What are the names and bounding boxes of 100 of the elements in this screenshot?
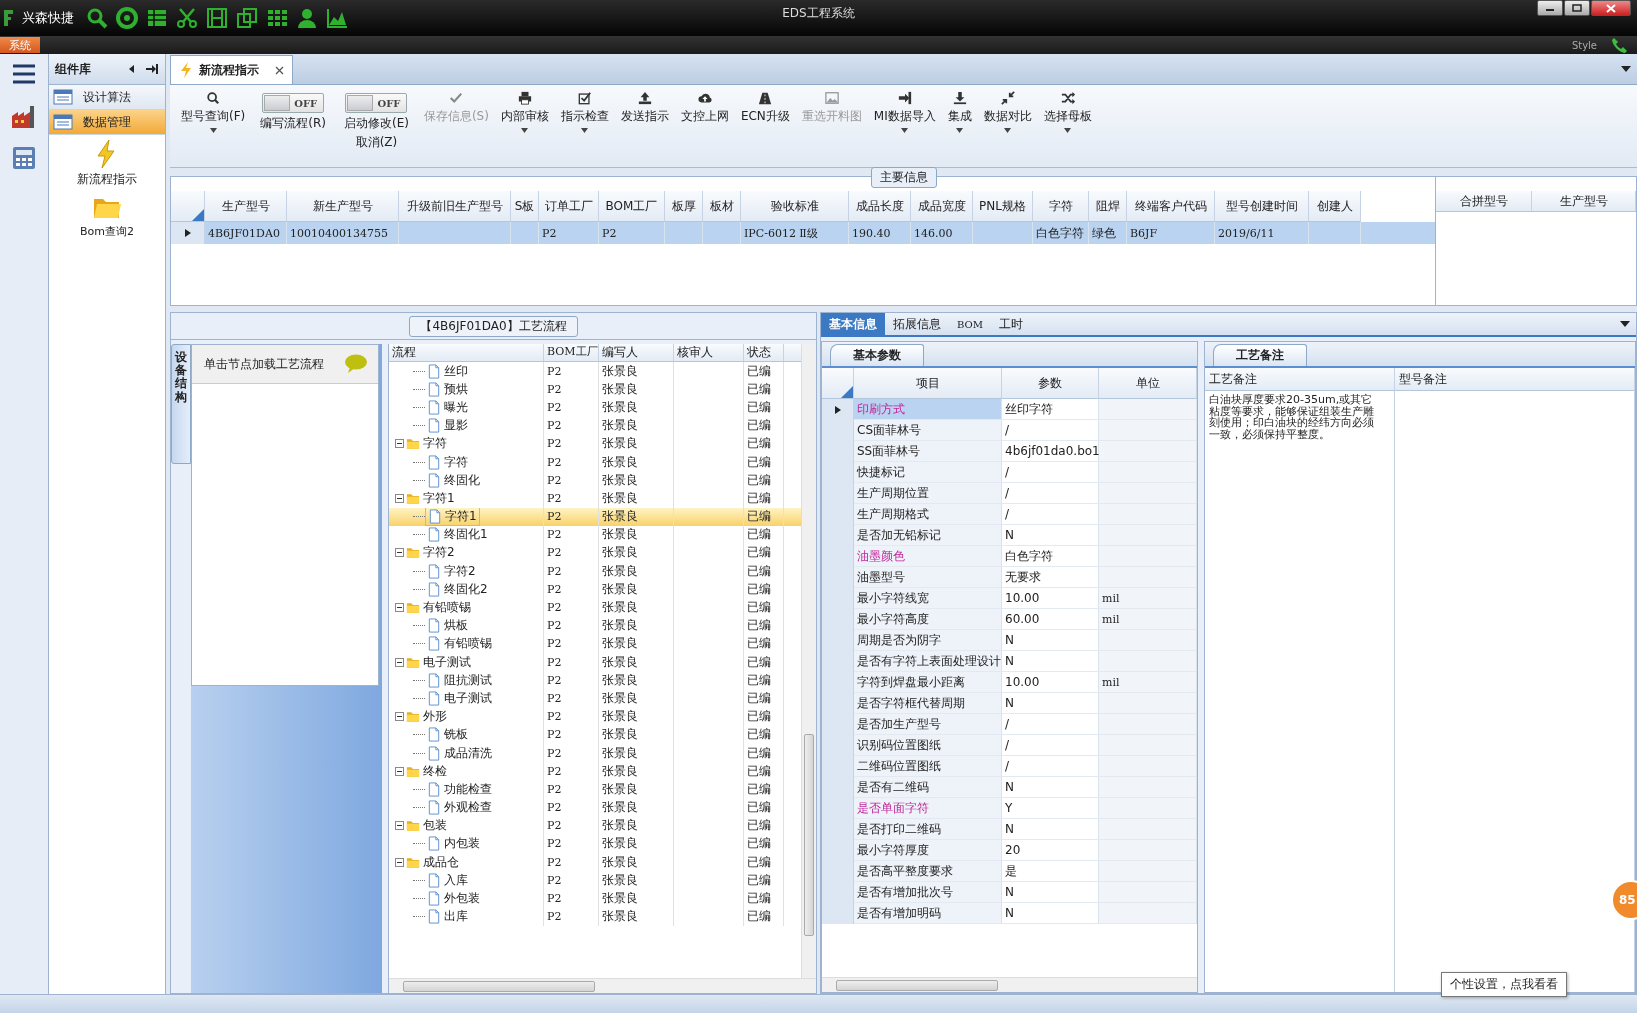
tree-node[interactable]: 终检 — [404, 762, 449, 780]
tree-node[interactable]: 成品仓 — [404, 853, 461, 871]
column-header[interactable]: 新生产型号 — [287, 191, 399, 222]
toolbar-button[interactable]: 内部审核 — [495, 89, 554, 135]
collapse-icon[interactable] — [395, 493, 404, 503]
tree-node[interactable]: 包装 — [404, 817, 449, 835]
collapse-icon[interactable] — [395, 821, 404, 831]
column-header[interactable]: 成品宽度 — [911, 191, 973, 222]
column-header[interactable]: 型号备注 — [1395, 368, 1635, 391]
column-header[interactable]: 工艺备注 — [1205, 368, 1395, 391]
toolbar-button[interactable]: 指示检查 — [555, 89, 614, 135]
phone-icon[interactable] — [1611, 37, 1629, 53]
tree-node[interactable]: 功能检查 — [425, 780, 494, 798]
toolbar-button[interactable]: 型号查询(F) — [176, 89, 251, 135]
column-header[interactable]: 核审人 — [674, 344, 744, 361]
tree-node[interactable]: 外观检查 — [425, 799, 494, 817]
column-header[interactable]: 板厚 — [665, 191, 703, 222]
tree-node[interactable]: 入库 — [425, 871, 470, 889]
maximize-button[interactable] — [1564, 0, 1590, 16]
column-header[interactable]: 编写人 — [599, 344, 674, 361]
calculator-icon[interactable] — [10, 144, 38, 172]
tree-node[interactable]: 有铅喷锡 — [425, 635, 494, 653]
column-header[interactable]: 创建人 — [1309, 191, 1361, 222]
user-icon[interactable] — [296, 7, 318, 29]
lifebuoy-icon[interactable] — [116, 7, 138, 29]
toolbar-button[interactable]: 发送指示 — [615, 89, 674, 127]
shortcut-item[interactable]: Bom查询2 — [49, 192, 165, 239]
close-icon[interactable] — [275, 65, 284, 75]
toolbar-button[interactable]: ECN升级 — [735, 89, 795, 127]
toggle-switch[interactable]: OFF — [345, 93, 408, 113]
tree-node[interactable]: 电子测试 — [404, 653, 473, 671]
column-header[interactable]: 升级前旧生产型号 — [399, 191, 511, 222]
tree-node[interactable]: 字符1 — [425, 507, 480, 526]
sidebar-item[interactable]: 设计算法 — [49, 85, 165, 110]
minimize-button[interactable] — [1537, 0, 1563, 16]
caret-icon[interactable] — [1621, 65, 1631, 73]
tree-node[interactable]: 字符 — [404, 435, 449, 453]
table-icon[interactable] — [146, 7, 168, 29]
column-header[interactable]: 生产型号 — [205, 191, 287, 222]
column-header[interactable]: 验收标准 — [741, 191, 849, 222]
column-header[interactable]: 流程 — [389, 344, 544, 361]
tree-node[interactable]: 电子测试 — [425, 689, 494, 707]
toolbar-button[interactable]: 文控上网 — [675, 89, 734, 127]
column-header[interactable]: 项目 — [854, 368, 1002, 399]
tree-node[interactable]: 丝印 — [425, 362, 470, 380]
tree-node[interactable]: 字符 — [425, 453, 470, 471]
sidebar-item[interactable]: 数据管理 — [49, 110, 165, 135]
column-header[interactable]: 状态 — [744, 344, 784, 361]
column-header[interactable]: 字符 — [1033, 191, 1089, 222]
close-button[interactable] — [1591, 0, 1631, 16]
column-header[interactable]: 参数 — [1002, 368, 1099, 399]
tree-node[interactable]: 有铅喷锡 — [404, 599, 473, 617]
column-header[interactable]: 板材 — [703, 191, 741, 222]
tree-node[interactable]: 成品清洗 — [425, 744, 494, 762]
column-header[interactable]: BOM工厂 — [544, 344, 599, 361]
tree-node[interactable]: 预烘 — [425, 380, 470, 398]
tree-node[interactable]: 字符1 — [404, 489, 457, 507]
column-header[interactable]: 单位 — [1099, 368, 1197, 399]
toolbar-button[interactable]: 选择母板 — [1038, 89, 1097, 135]
column-header[interactable]: 生产型号 — [1532, 191, 1636, 212]
tree-node[interactable]: 字符2 — [404, 544, 457, 562]
copy-icon[interactable] — [236, 7, 258, 29]
tree-node[interactable]: 终固化 — [425, 471, 482, 489]
tree-node[interactable]: 终固化2 — [425, 580, 490, 598]
grid-icon[interactable] — [266, 7, 288, 29]
toggle-switch[interactable]: OFF — [262, 93, 325, 113]
toolbar-button[interactable]: 集成 — [942, 89, 977, 135]
document-tab[interactable]: 新流程指示 — [170, 55, 293, 84]
section-tab[interactable]: 工艺备注 — [1213, 344, 1307, 366]
collapse-icon[interactable] — [395, 766, 404, 776]
column-header[interactable]: PNL规格 — [973, 191, 1033, 222]
collapse-icon[interactable] — [395, 857, 404, 867]
collapse-icon[interactable] — [395, 548, 404, 558]
tree-node[interactable]: 字符2 — [425, 562, 478, 580]
side-tab[interactable]: 设备结构 — [171, 344, 191, 464]
tab[interactable]: BOM — [949, 313, 991, 335]
tree-node[interactable]: 曝光 — [425, 398, 470, 416]
tree-node[interactable]: 外包装 — [425, 890, 482, 908]
tree-node[interactable]: 铣板 — [425, 726, 470, 744]
scrollbar[interactable] — [822, 977, 1197, 992]
column-header[interactable]: 阻焊 — [1089, 191, 1127, 222]
scissors-icon[interactable] — [176, 7, 198, 29]
column-header[interactable]: 成品长度 — [849, 191, 911, 222]
collapse-icon[interactable] — [395, 657, 404, 667]
section-tab[interactable]: 基本参数 — [830, 344, 924, 366]
column-header[interactable]: 型号创建时间 — [1215, 191, 1309, 222]
collapse-icon[interactable] — [395, 712, 404, 722]
column-header[interactable]: 终端客户代码 — [1127, 191, 1215, 222]
tree-node[interactable]: 外形 — [404, 708, 449, 726]
column-header[interactable]: BOM工厂 — [599, 191, 665, 222]
chart-icon[interactable] — [326, 7, 348, 29]
toolbar-button[interactable]: MI数据导入 — [868, 89, 941, 135]
collapse-icon[interactable] — [395, 603, 404, 613]
tree-node[interactable]: 出库 — [425, 908, 470, 926]
tree-node[interactable]: 烘板 — [425, 617, 470, 635]
toolbar-button[interactable]: 数据对比 — [978, 89, 1037, 135]
column-header[interactable]: 订单工厂 — [539, 191, 599, 222]
style-menu[interactable]: Style — [1571, 39, 1597, 51]
column-header[interactable]: S板 — [511, 191, 539, 222]
caret-icon[interactable] — [1620, 320, 1630, 328]
